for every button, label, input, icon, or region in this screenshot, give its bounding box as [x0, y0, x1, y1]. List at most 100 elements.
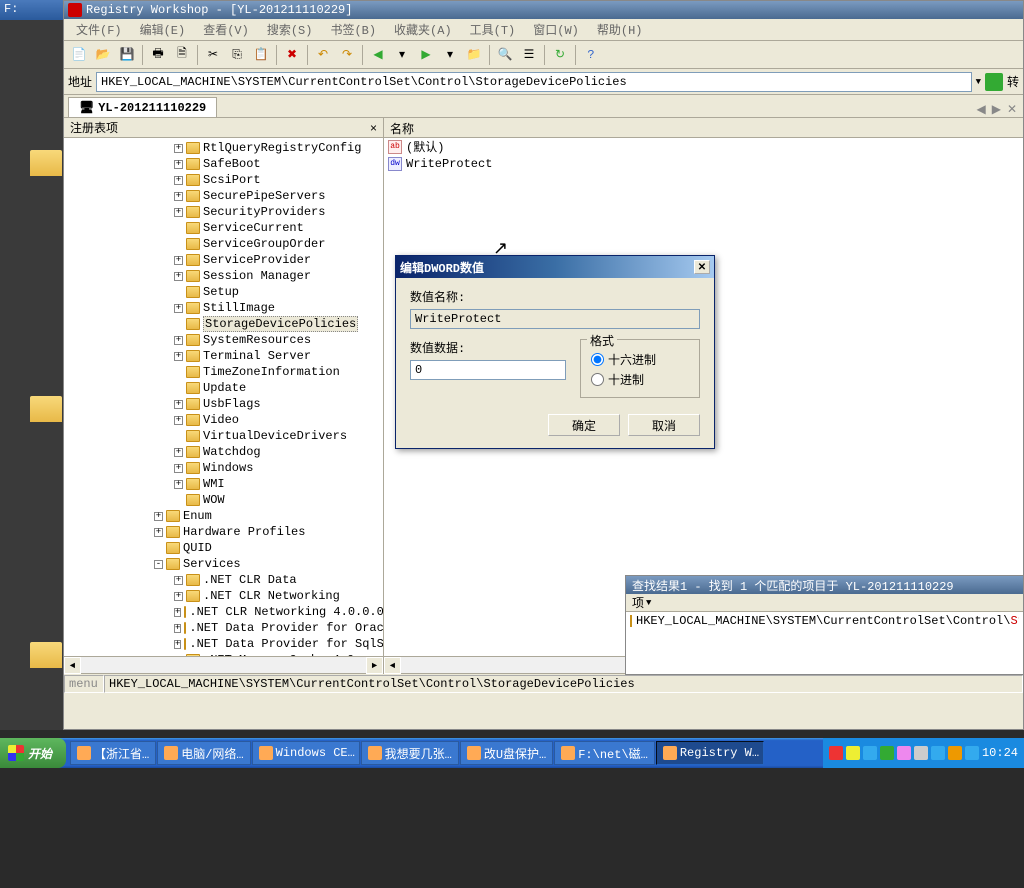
menu-item[interactable]: 帮助(H)	[589, 19, 651, 40]
tree-node[interactable]: +WMI	[64, 476, 383, 492]
expand-icon[interactable]: +	[154, 512, 163, 521]
tree-node[interactable]: +ScsiPort	[64, 172, 383, 188]
taskbar-item[interactable]: Registry W…	[656, 741, 764, 765]
system-tray[interactable]: 10:24	[823, 738, 1024, 768]
scroll-left-icon[interactable]: ◄	[384, 657, 401, 674]
save-icon[interactable]: 💾	[116, 44, 138, 66]
dd1-icon[interactable]: ▾	[391, 44, 413, 66]
expand-icon[interactable]: +	[174, 256, 183, 265]
tray-icon[interactable]	[846, 746, 860, 760]
menu-item[interactable]: 查看(V)	[195, 19, 257, 40]
expand-icon[interactable]: +	[174, 576, 183, 585]
address-input[interactable]	[96, 72, 972, 92]
value-data-field[interactable]	[410, 360, 566, 380]
menu-item[interactable]: 窗口(W)	[525, 19, 587, 40]
redo-icon[interactable]: ↷	[336, 44, 358, 66]
menu-item[interactable]: 收藏夹(A)	[386, 19, 460, 40]
tree-node[interactable]: Update	[64, 380, 383, 396]
preview-icon[interactable]: 🗎	[171, 44, 193, 66]
tab-next-icon[interactable]: ▶	[990, 102, 1003, 117]
open-icon[interactable]: 📂	[92, 44, 114, 66]
taskbar-item[interactable]: Windows CE…	[252, 741, 360, 765]
forward-icon[interactable]: ▶	[415, 44, 437, 66]
expand-icon[interactable]: +	[154, 528, 163, 537]
values-header[interactable]: 名称	[384, 118, 1023, 138]
menu-item[interactable]: 编辑(E)	[132, 19, 194, 40]
tree-node[interactable]: +Session Manager	[64, 268, 383, 284]
expand-icon[interactable]: +	[174, 352, 183, 361]
tree-node[interactable]: -Services	[64, 556, 383, 572]
dialog-titlebar[interactable]: 编辑DWORD数值 ✕	[396, 256, 714, 278]
tree-pane-close-icon[interactable]: ×	[370, 121, 377, 135]
taskbar-item[interactable]: 电脑/网络…	[157, 741, 250, 765]
tree-node[interactable]: ServiceGroupOrder	[64, 236, 383, 252]
tree-node[interactable]: WOW	[64, 492, 383, 508]
expand-icon[interactable]: +	[174, 448, 183, 457]
address-dropdown-icon[interactable]: ▼	[976, 77, 981, 87]
tree-node[interactable]: +.NET Data Provider for SqlSe	[64, 636, 383, 652]
expand-icon[interactable]: +	[174, 416, 183, 425]
tray-icon[interactable]	[931, 746, 945, 760]
tree-node[interactable]: VirtualDeviceDrivers	[64, 428, 383, 444]
tree-node[interactable]: StorageDevicePolicies	[64, 316, 383, 332]
expand-icon[interactable]: +	[174, 336, 183, 345]
undo-icon[interactable]: ↶	[312, 44, 334, 66]
back-icon[interactable]: ◀	[367, 44, 389, 66]
tree-node[interactable]: +ServiceProvider	[64, 252, 383, 268]
tree-node[interactable]: +.NET CLR Data	[64, 572, 383, 588]
up-icon[interactable]: 📁	[463, 44, 485, 66]
expand-icon[interactable]: +	[174, 592, 183, 601]
expand-icon[interactable]: +	[174, 176, 183, 185]
menu-item[interactable]: 书签(B)	[322, 19, 384, 40]
start-button[interactable]: 开始	[0, 738, 66, 768]
expand-icon[interactable]: +	[174, 272, 183, 281]
tray-icon[interactable]	[897, 746, 911, 760]
tray-icon[interactable]	[880, 746, 894, 760]
tree-node[interactable]: +.NET CLR Networking 4.0.0.0	[64, 604, 383, 620]
find-result-row[interactable]: HKEY_LOCAL_MACHINE\SYSTEM\CurrentControl…	[630, 614, 1019, 628]
tree-node[interactable]: +Windows	[64, 460, 383, 476]
tree-node[interactable]: +SafeBoot	[64, 156, 383, 172]
dd2-icon[interactable]: ▾	[439, 44, 461, 66]
refresh-icon[interactable]: ↻	[549, 44, 571, 66]
expand-icon[interactable]: +	[174, 464, 183, 473]
dialog-close-icon[interactable]: ✕	[694, 260, 710, 274]
expand-icon[interactable]: +	[174, 144, 183, 153]
expand-icon[interactable]: +	[174, 304, 183, 313]
titlebar[interactable]: Registry Workshop - [YL-201211110229]	[64, 1, 1023, 19]
value-row[interactable]: dwWriteProtect	[384, 155, 1023, 172]
taskbar-item[interactable]: 改U盘保护…	[460, 741, 553, 765]
ok-button[interactable]: 确定	[548, 414, 620, 436]
tree-node[interactable]: +StillImage	[64, 300, 383, 316]
expand-icon[interactable]: +	[174, 400, 183, 409]
tray-icon[interactable]	[948, 746, 962, 760]
tree-node[interactable]: +Hardware Profiles	[64, 524, 383, 540]
tree-node[interactable]: +UsbFlags	[64, 396, 383, 412]
tree-hscroll[interactable]: ◄ ►	[64, 656, 383, 673]
print-icon[interactable]: 🖶	[147, 44, 169, 66]
tree-node[interactable]: +.NET CLR Networking	[64, 588, 383, 604]
radix-dec-radio[interactable]	[591, 373, 604, 386]
find-header[interactable]: 项 ▼	[626, 594, 1023, 612]
taskbar-item[interactable]: F:\net\磁…	[554, 741, 655, 765]
value-row[interactable]: ab(默认)	[384, 138, 1023, 155]
radix-hex-radio[interactable]	[591, 353, 604, 366]
registry-tree[interactable]: +RtlQueryRegistryConfig+SafeBoot+ScsiPor…	[64, 138, 383, 656]
tab-close-icon[interactable]: ✕	[1005, 102, 1019, 117]
copy-icon[interactable]: ⎘	[226, 44, 248, 66]
tree-node[interactable]: QUID	[64, 540, 383, 556]
find-results-list[interactable]: HKEY_LOCAL_MACHINE\SYSTEM\CurrentControl…	[626, 612, 1023, 674]
tree-node[interactable]: +RtlQueryRegistryConfig	[64, 140, 383, 156]
find-titlebar[interactable]: 查找结果1 - 找到 1 个匹配的项目于 YL-201211110229	[626, 576, 1023, 594]
chevron-down-icon[interactable]: ▼	[646, 598, 651, 608]
collapse-icon[interactable]: -	[154, 560, 163, 569]
cancel-button[interactable]: 取消	[628, 414, 700, 436]
taskbar-item[interactable]: 我想要几张…	[361, 741, 459, 765]
tray-icon[interactable]	[965, 746, 979, 760]
tree-node[interactable]: ServiceCurrent	[64, 220, 383, 236]
tree-node[interactable]: +Enum	[64, 508, 383, 524]
tab-prev-icon[interactable]: ◀	[974, 102, 987, 117]
tray-icon[interactable]	[829, 746, 843, 760]
tree-node[interactable]: Setup	[64, 284, 383, 300]
scroll-left-icon[interactable]: ◄	[64, 657, 81, 674]
